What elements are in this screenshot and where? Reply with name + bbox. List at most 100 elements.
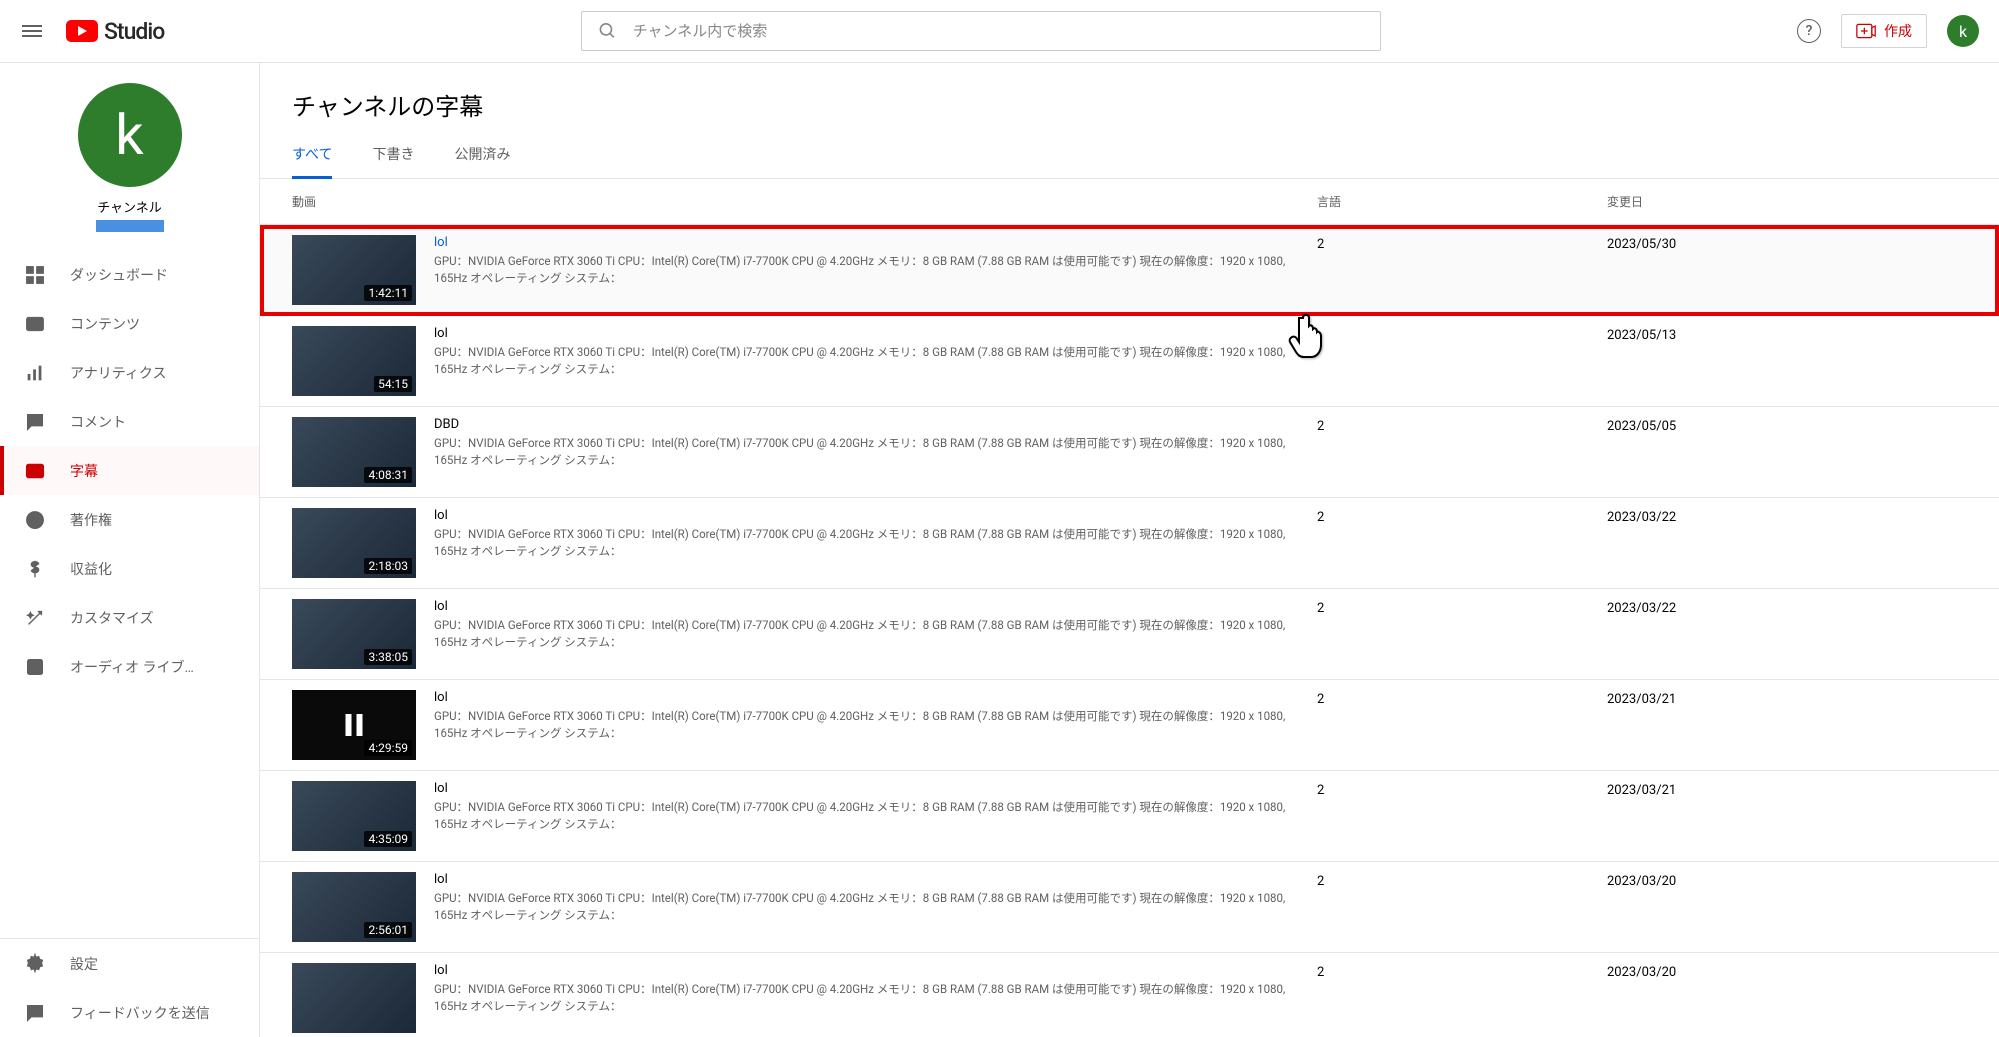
subtitles-icon xyxy=(24,460,46,482)
video-title: DBD xyxy=(434,417,1297,432)
video-title: lol xyxy=(434,326,1297,341)
channel-label: チャンネル xyxy=(0,197,259,216)
table-row[interactable]: 54:15 lolGPU：NVIDIA GeForce RTX 3060 Ti C… xyxy=(260,316,1999,407)
video-thumbnail[interactable]: 3:38:05 xyxy=(292,599,416,669)
video-thumbnail[interactable]: 4:08:31 xyxy=(292,417,416,487)
youtube-studio-logo[interactable]: Studio xyxy=(66,18,164,45)
date-cell: 2023/03/22 xyxy=(1607,508,1967,525)
video-thumbnail[interactable] xyxy=(292,963,416,1033)
sidebar-item-subtitles[interactable]: 字幕 xyxy=(0,446,259,495)
date-cell: 2023/03/20 xyxy=(1607,963,1967,980)
main-content: チャンネルの字幕 すべて下書き公開済み 動画 言語 変更日 1:42:11lol… xyxy=(260,63,1999,1037)
video-cell: 3:38:05 lolGPU：NVIDIA GeForce RTX 3060 Ti… xyxy=(292,599,1317,669)
video-duration: 2:56:01 xyxy=(364,922,412,938)
sidebar-item-monetization[interactable]: 収益化 xyxy=(0,544,259,593)
help-icon[interactable]: ? xyxy=(1797,19,1821,43)
sidebar-item-comments[interactable]: コメント xyxy=(0,397,259,446)
table-header-row: 動画 言語 変更日 xyxy=(260,179,1999,225)
video-thumbnail[interactable]: 2:56:01 xyxy=(292,872,416,942)
column-header-date: 変更日 xyxy=(1607,193,1967,210)
video-info: lolGPU：NVIDIA GeForce RTX 3060 Ti CPU：In… xyxy=(434,326,1317,396)
sidebar-item-label: 字幕 xyxy=(70,461,98,481)
video-duration: 4:35:09 xyxy=(364,831,412,847)
app-header: Studio ? 作成 k xyxy=(0,0,1999,63)
sidebar-item-dashboard[interactable]: ダッシュボード xyxy=(0,250,259,299)
video-title: lol xyxy=(434,781,1297,796)
account-avatar[interactable]: k xyxy=(1947,15,1979,47)
magic-wand-icon xyxy=(24,607,46,629)
sidebar-item-audio[interactable]: オーディオ ライブ… xyxy=(0,642,259,691)
sidebar-bottom: 設定 フィードバックを送信 xyxy=(0,938,259,1037)
date-cell: 2023/03/21 xyxy=(1607,690,1967,707)
video-thumbnail[interactable]: 54:15 xyxy=(292,326,416,396)
video-thumbnail[interactable]: 4:35:09 xyxy=(292,781,416,851)
table-row[interactable]: 4:35:09 lol GPU：NVIDIA GeForce RTX 3060 Ti… xyxy=(260,771,1999,862)
channel-name-redacted xyxy=(96,220,164,232)
table-row[interactable]: 4:08:31DBDGPU：NVIDIA GeForce RTX 3060 Ti… xyxy=(260,407,1999,498)
table-row[interactable]: lolGPU：NVIDIA GeForce RTX 3060 Ti CPU：In… xyxy=(260,953,1999,1037)
video-thumbnail[interactable]: 1:42:11 xyxy=(292,235,416,305)
video-title: lol xyxy=(434,235,1297,250)
channel-avatar[interactable]: k xyxy=(78,83,182,187)
sidebar-item-content[interactable]: コンテンツ xyxy=(0,299,259,348)
studio-brand-text: Studio xyxy=(104,18,164,45)
sidebar-item-label: ダッシュボード xyxy=(70,265,168,285)
table-row[interactable]: 2:18:03lolGPU：NVIDIA GeForce RTX 3060 Ti… xyxy=(260,498,1999,589)
tab-2[interactable]: 公開済み xyxy=(454,144,510,178)
sidebar-item-customize[interactable]: カスタマイズ xyxy=(0,593,259,642)
analytics-icon xyxy=(24,362,46,384)
lang-cell: 2 xyxy=(1317,417,1607,434)
search-box[interactable] xyxy=(581,11,1381,51)
video-description: GPU：NVIDIA GeForce RTX 3060 Ti CPU：Intel… xyxy=(434,799,1297,834)
table-row[interactable]: 2:56:01lolGPU：NVIDIA GeForce RTX 3060 Ti… xyxy=(260,862,1999,953)
feedback-icon xyxy=(24,1002,46,1024)
search-icon xyxy=(598,21,617,41)
video-cell: 2:56:01lolGPU：NVIDIA GeForce RTX 3060 Ti… xyxy=(292,872,1317,942)
youtube-play-icon xyxy=(66,20,98,42)
video-thumbnail[interactable]: 4:29:59 xyxy=(292,690,416,760)
hamburger-menu-icon[interactable] xyxy=(20,19,44,43)
video-cell: 54:15 lolGPU：NVIDIA GeForce RTX 3060 Ti C… xyxy=(292,326,1317,396)
tab-1[interactable]: 下書き xyxy=(372,144,414,178)
video-description: GPU：NVIDIA GeForce RTX 3060 Ti CPU：Intel… xyxy=(434,708,1297,743)
video-title: lol xyxy=(434,599,1297,614)
video-title: lol xyxy=(434,872,1297,887)
video-title: lol xyxy=(434,508,1297,523)
video-thumbnail[interactable]: 2:18:03 xyxy=(292,508,416,578)
lang-cell: 2 xyxy=(1317,872,1607,889)
sidebar-item-label: アナリティクス xyxy=(70,363,166,383)
date-cell: 2023/05/13 xyxy=(1607,326,1967,343)
table-row[interactable]: 4:29:59 lol GPU：NVIDIA GeForce RTX 3060 Ti… xyxy=(260,680,1999,771)
video-cell: 4:35:09 lol GPU：NVIDIA GeForce RTX 3060 Ti… xyxy=(292,781,1317,851)
video-info: lolGPU：NVIDIA GeForce RTX 3060 Ti CPU：In… xyxy=(434,235,1317,305)
table-row[interactable]: 1:42:11 lolGPU：NVIDIA GeForce RTX 3060 Ti… xyxy=(260,225,1999,316)
date-cell: 2023/03/22 xyxy=(1607,599,1967,616)
table-row[interactable]: 3:38:05 lolGPU：NVIDIA GeForce RTX 3060 Ti… xyxy=(260,589,1999,680)
sidebar-item-label: 著作権 xyxy=(70,510,112,530)
video-cell: 1:42:11 lolGPU：NVIDIA GeForce RTX 3060 Ti… xyxy=(292,235,1317,305)
video-info: lolGPU：NVIDIA GeForce RTX 3060 Ti CPU：In… xyxy=(434,599,1317,669)
sidebar-item-label: コンテンツ xyxy=(70,314,140,334)
pause-icon xyxy=(346,714,363,736)
sidebar-item-feedback[interactable]: フィードバックを送信 xyxy=(0,988,259,1037)
sidebar-item-label: オーディオ ライブ… xyxy=(70,657,194,677)
sidebar-item-settings[interactable]: 設定 xyxy=(0,939,259,988)
search-input[interactable] xyxy=(633,23,1364,40)
sidebar-item-copyright[interactable]: 著作権 xyxy=(0,495,259,544)
tab-0[interactable]: すべて xyxy=(292,144,332,178)
lang-cell xyxy=(1317,326,1607,328)
video-description: GPU：NVIDIA GeForce RTX 3060 Ti CPU：Intel… xyxy=(434,981,1297,1016)
sidebar-item-analytics[interactable]: アナリティクス xyxy=(0,348,259,397)
sidebar-item-label: 設定 xyxy=(70,954,98,974)
date-cell: 2023/05/30 xyxy=(1607,235,1967,252)
audio-library-icon xyxy=(24,656,46,678)
table-body: 1:42:11 lol GPU：NVIDIA GeForce RTX 3060 Ti… xyxy=(260,225,1999,1037)
lang-cell: 2 xyxy=(1317,781,1607,798)
video-title: lol xyxy=(434,690,1297,705)
create-button[interactable]: 作成 xyxy=(1841,14,1927,48)
video-duration: 4:08:31 xyxy=(364,467,412,483)
video-info: lol GPU：NVIDIA GeForce RTX 3060 Ti CPU：In… xyxy=(434,690,1317,760)
lang-cell: 2 xyxy=(1317,235,1607,252)
video-duration: 4:29:59 xyxy=(364,740,412,756)
video-info: lol GPU：NVIDIA GeForce RTX 3060 Ti CPU：In… xyxy=(434,781,1317,851)
